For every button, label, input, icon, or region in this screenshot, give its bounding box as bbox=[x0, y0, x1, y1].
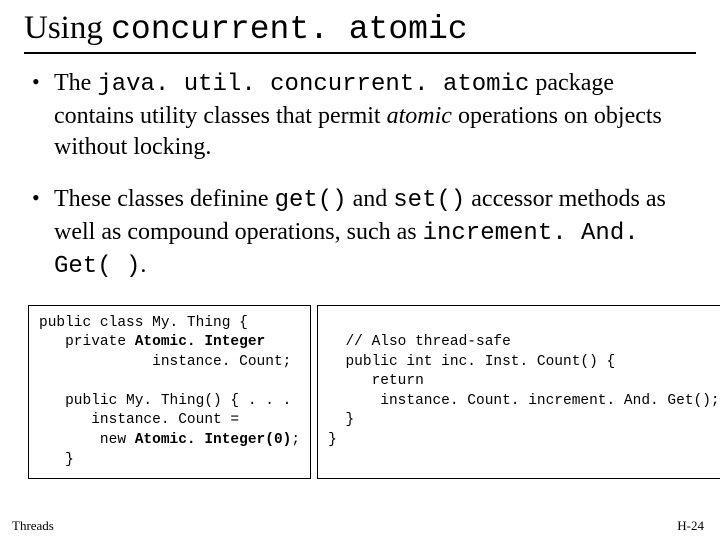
code-line: } bbox=[328, 432, 337, 448]
code-line: instance. Count = bbox=[39, 412, 239, 428]
run: and bbox=[347, 186, 394, 212]
run-mono: set() bbox=[393, 187, 465, 214]
code-line: public My. Thing() { . . . bbox=[39, 393, 291, 409]
code-line: public class My. Thing { bbox=[39, 315, 248, 331]
code-bold: Atomic. Integer(0) bbox=[135, 432, 292, 448]
run: . bbox=[140, 252, 146, 278]
code-row: public class My. Thing { private Atomic.… bbox=[28, 305, 692, 480]
code-box-right: // Also thread-safe public int inc. Inst… bbox=[317, 305, 720, 480]
code-line: private bbox=[39, 334, 135, 350]
footer-left: Threads bbox=[12, 518, 54, 534]
run-italic: atomic bbox=[387, 103, 452, 129]
code-line: instance. Count; bbox=[39, 354, 291, 370]
title-prefix: Using bbox=[24, 10, 111, 46]
code-line: } bbox=[328, 412, 354, 428]
title-mono: concurrent. atomic bbox=[111, 11, 467, 48]
title-underline: Using concurrent. atomic bbox=[24, 10, 696, 54]
code-line: } bbox=[39, 452, 74, 468]
code-line: public int inc. Inst. Count() { bbox=[328, 354, 615, 370]
footer-right: H-24 bbox=[677, 518, 704, 534]
run-mono: get() bbox=[275, 187, 347, 214]
code-line: // Also thread-safe bbox=[328, 334, 511, 350]
code-line: new bbox=[39, 432, 135, 448]
slide-title: Using concurrent. atomic bbox=[24, 10, 696, 48]
run: The bbox=[54, 70, 97, 96]
code-line: return bbox=[328, 373, 424, 389]
code-bold: Atomic. Integer bbox=[135, 334, 266, 350]
code-line: instance. Count. increment. And. Get(); bbox=[328, 393, 720, 409]
bullet-list: The java. util. concurrent. atomic packa… bbox=[28, 68, 696, 282]
run: These classes definine bbox=[54, 186, 275, 212]
code-box-left: public class My. Thing { private Atomic.… bbox=[28, 305, 311, 480]
bullet-item: These classes definine get() and set() a… bbox=[28, 184, 696, 282]
code-line: ; bbox=[291, 432, 300, 448]
run-mono: java. util. concurrent. atomic bbox=[97, 71, 529, 98]
slide: Using concurrent. atomic The java. util.… bbox=[0, 0, 720, 540]
bullet-item: The java. util. concurrent. atomic packa… bbox=[28, 68, 696, 162]
